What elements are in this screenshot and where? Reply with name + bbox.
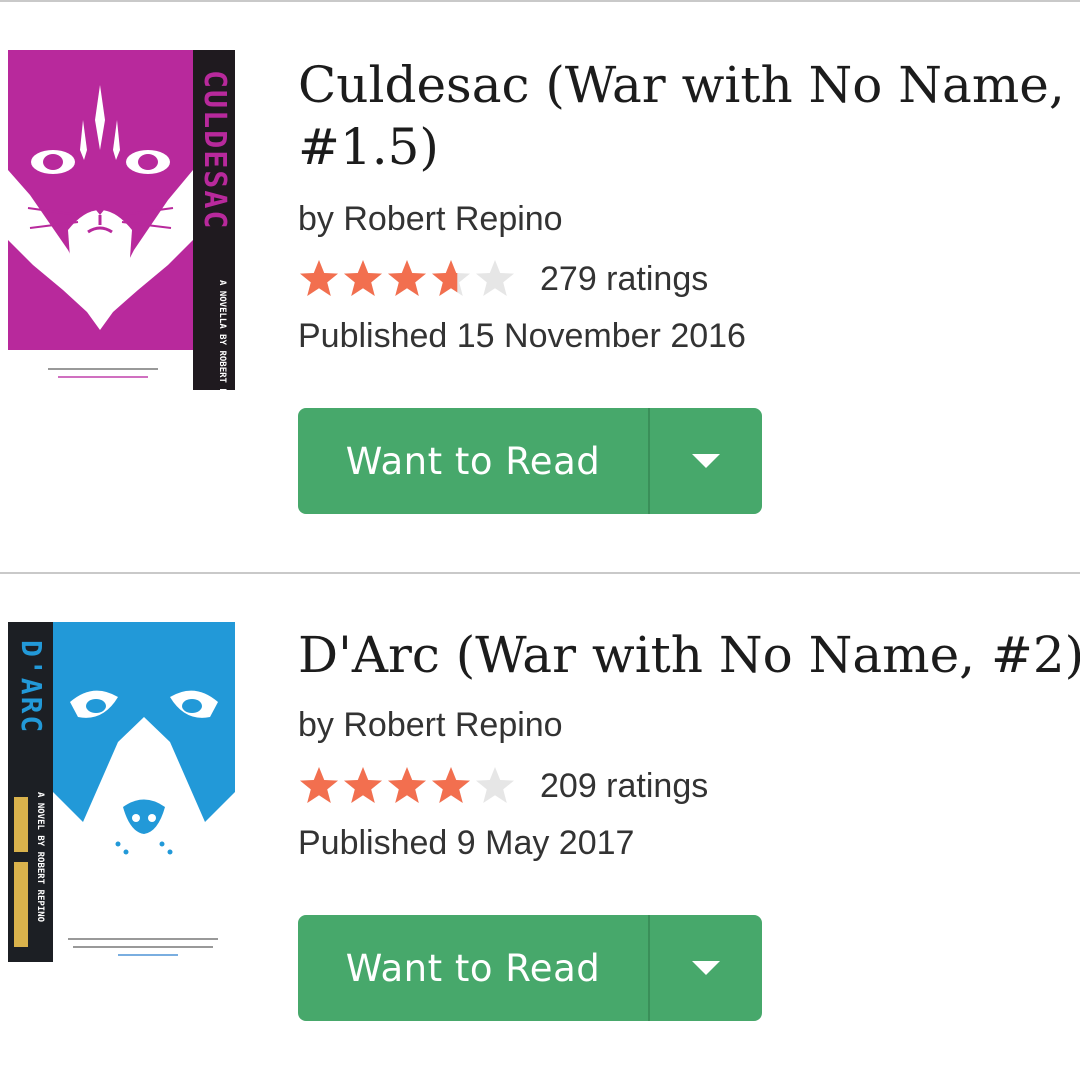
- star-rating: 279 ratings: [298, 258, 708, 300]
- book-cover-culdesac[interactable]: CULDESAC A NOVELLA BY ROBERT REPINO: [8, 50, 235, 390]
- ratings-count[interactable]: 279 ratings: [540, 260, 708, 299]
- star-rating: 209 ratings: [298, 765, 708, 807]
- publish-date: Published 15 November 2016: [298, 317, 746, 355]
- cover-spine-subtitle: A NOVELLA BY ROBERT REPINO: [217, 280, 227, 390]
- list-divider: [0, 572, 1080, 574]
- caret-down-icon[interactable]: [691, 453, 721, 469]
- want-to-read-button[interactable]: Want to Read: [298, 408, 762, 514]
- want-to-read-label[interactable]: Want to Read: [298, 915, 648, 1021]
- star-icon-group: [300, 260, 514, 296]
- ratings-count[interactable]: 209 ratings: [540, 767, 708, 806]
- book-author[interactable]: by Robert Repino: [298, 200, 563, 239]
- shelf-dropdown-button[interactable]: [650, 915, 762, 1021]
- book-cover-darc[interactable]: D'ARC A NOVEL BY ROBERT REPINO: [8, 622, 235, 962]
- book-author[interactable]: by Robert Repino: [298, 706, 563, 745]
- cover-spine-title: D'ARC: [15, 640, 48, 734]
- book-title[interactable]: D'Arc (War with No Name, #2): [298, 624, 1080, 686]
- publish-date: Published 9 May 2017: [298, 824, 635, 862]
- cover-spine-subtitle: A NOVEL BY ROBERT REPINO: [35, 792, 45, 923]
- book-list-item-darc[interactable]: D'ARC A NOVEL BY ROBERT REPINO D'Arc (Wa…: [0, 580, 1080, 1080]
- shelf-dropdown-button[interactable]: [650, 408, 762, 514]
- want-to-read-button[interactable]: Want to Read: [298, 915, 762, 1021]
- star-icon-group: [300, 767, 514, 803]
- book-title[interactable]: Culdesac (War with No Name, #1.5): [298, 54, 1080, 178]
- cover-spine-title: CULDESAC: [197, 70, 232, 231]
- want-to-read-label[interactable]: Want to Read: [298, 408, 648, 514]
- book-list-item-culdesac[interactable]: CULDESAC A NOVELLA BY ROBERT REPINO Culd…: [0, 10, 1080, 514]
- top-divider: [0, 0, 1080, 2]
- caret-down-icon[interactable]: [691, 960, 721, 976]
